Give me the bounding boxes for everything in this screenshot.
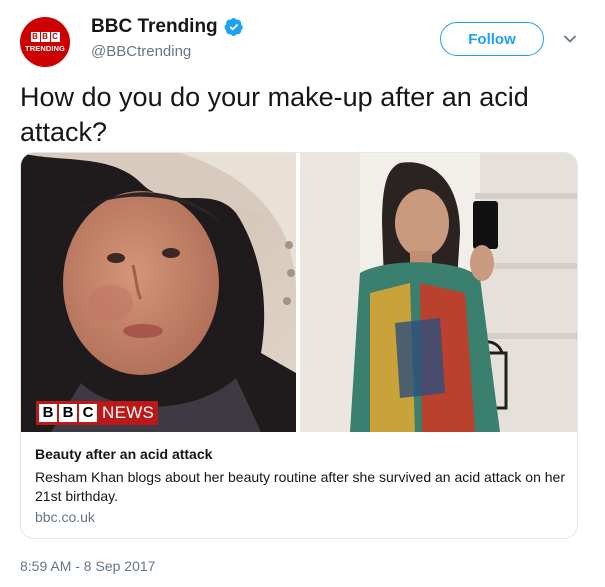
account-avatar[interactable]: B B C TRENDING — [20, 17, 70, 67]
bbc-news-letter: B — [39, 404, 57, 422]
tweet-text: How do you do your make-up after an acid… — [20, 82, 529, 147]
account-name[interactable]: BBC Trending — [91, 16, 218, 38]
account-handle[interactable]: @BBCtrending — [91, 43, 191, 60]
avatar-letter: B — [30, 31, 40, 42]
face-photo: B B C NEWS — [21, 153, 296, 432]
bbc-news-letter: B — [59, 404, 77, 422]
mirror-selfie-photo — [300, 153, 577, 432]
card-title[interactable]: Beauty after an acid attack — [35, 446, 212, 462]
chevron-down-icon[interactable] — [563, 32, 577, 46]
account-name-row[interactable]: BBC Trending — [91, 16, 244, 38]
avatar-letter: B — [40, 31, 50, 42]
follow-button[interactable]: Follow — [440, 22, 544, 56]
link-card[interactable]: B B C NEWS Beauty after an acid attack R… — [20, 152, 578, 539]
avatar-trending-label: TRENDING — [25, 43, 65, 53]
bbc-news-logo: B B C NEWS — [36, 401, 159, 425]
verified-badge-icon — [224, 18, 243, 36]
avatar-bbc-logo: B B C — [30, 31, 60, 42]
card-domain[interactable]: bbc.co.uk — [35, 509, 95, 525]
bbc-news-letter: C — [79, 404, 97, 422]
card-image[interactable]: B B C NEWS — [21, 153, 577, 432]
bbc-news-word: NEWS — [102, 403, 155, 422]
tweet-timestamp[interactable]: 8:59 AM - 8 Sep 2017 — [20, 558, 155, 574]
card-description: Resham Khan blogs about her beauty routi… — [35, 469, 565, 504]
avatar-letter: C — [50, 31, 60, 42]
